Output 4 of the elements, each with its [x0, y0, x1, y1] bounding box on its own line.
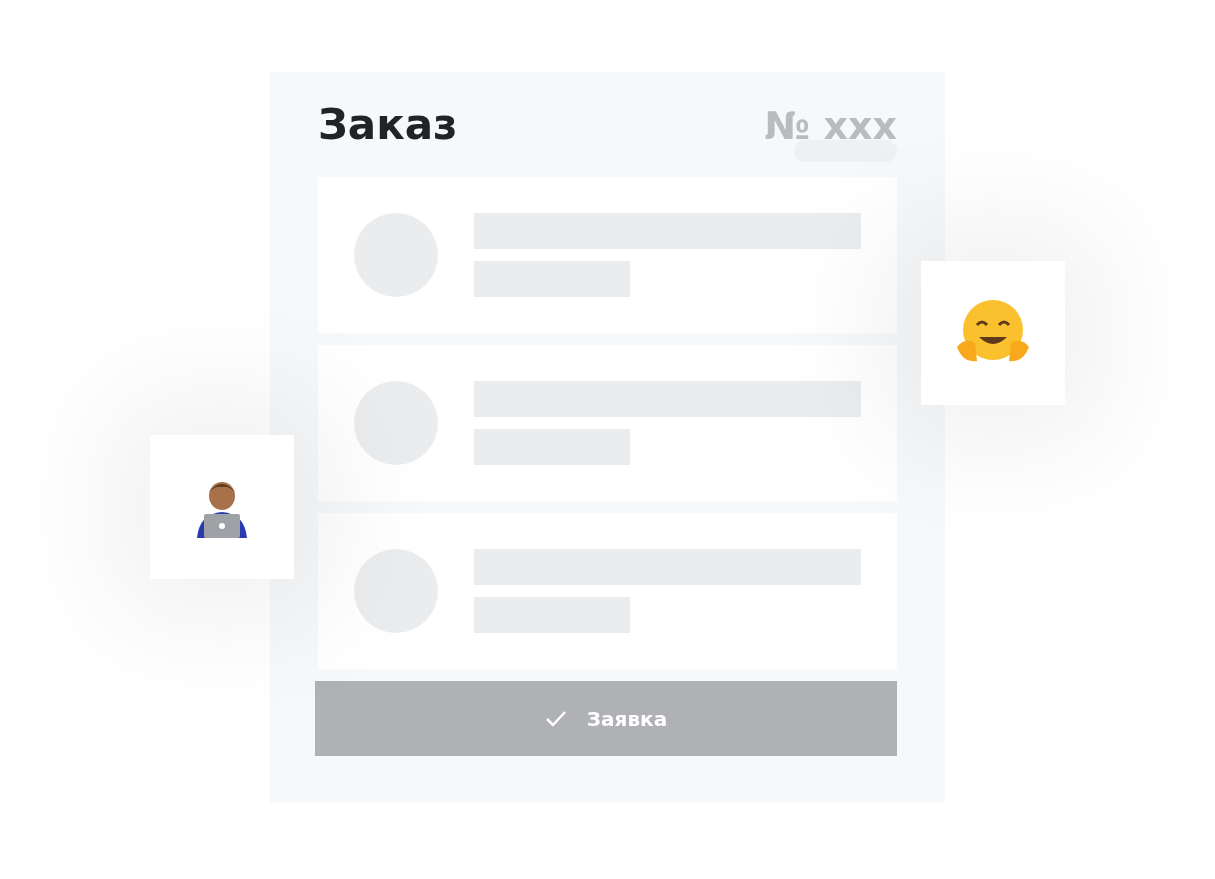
check-icon: [544, 709, 567, 728]
order-number: № xxx: [764, 104, 897, 148]
order-title: Заказ: [318, 100, 458, 149]
submit-button[interactable]: Заявка: [315, 681, 897, 756]
